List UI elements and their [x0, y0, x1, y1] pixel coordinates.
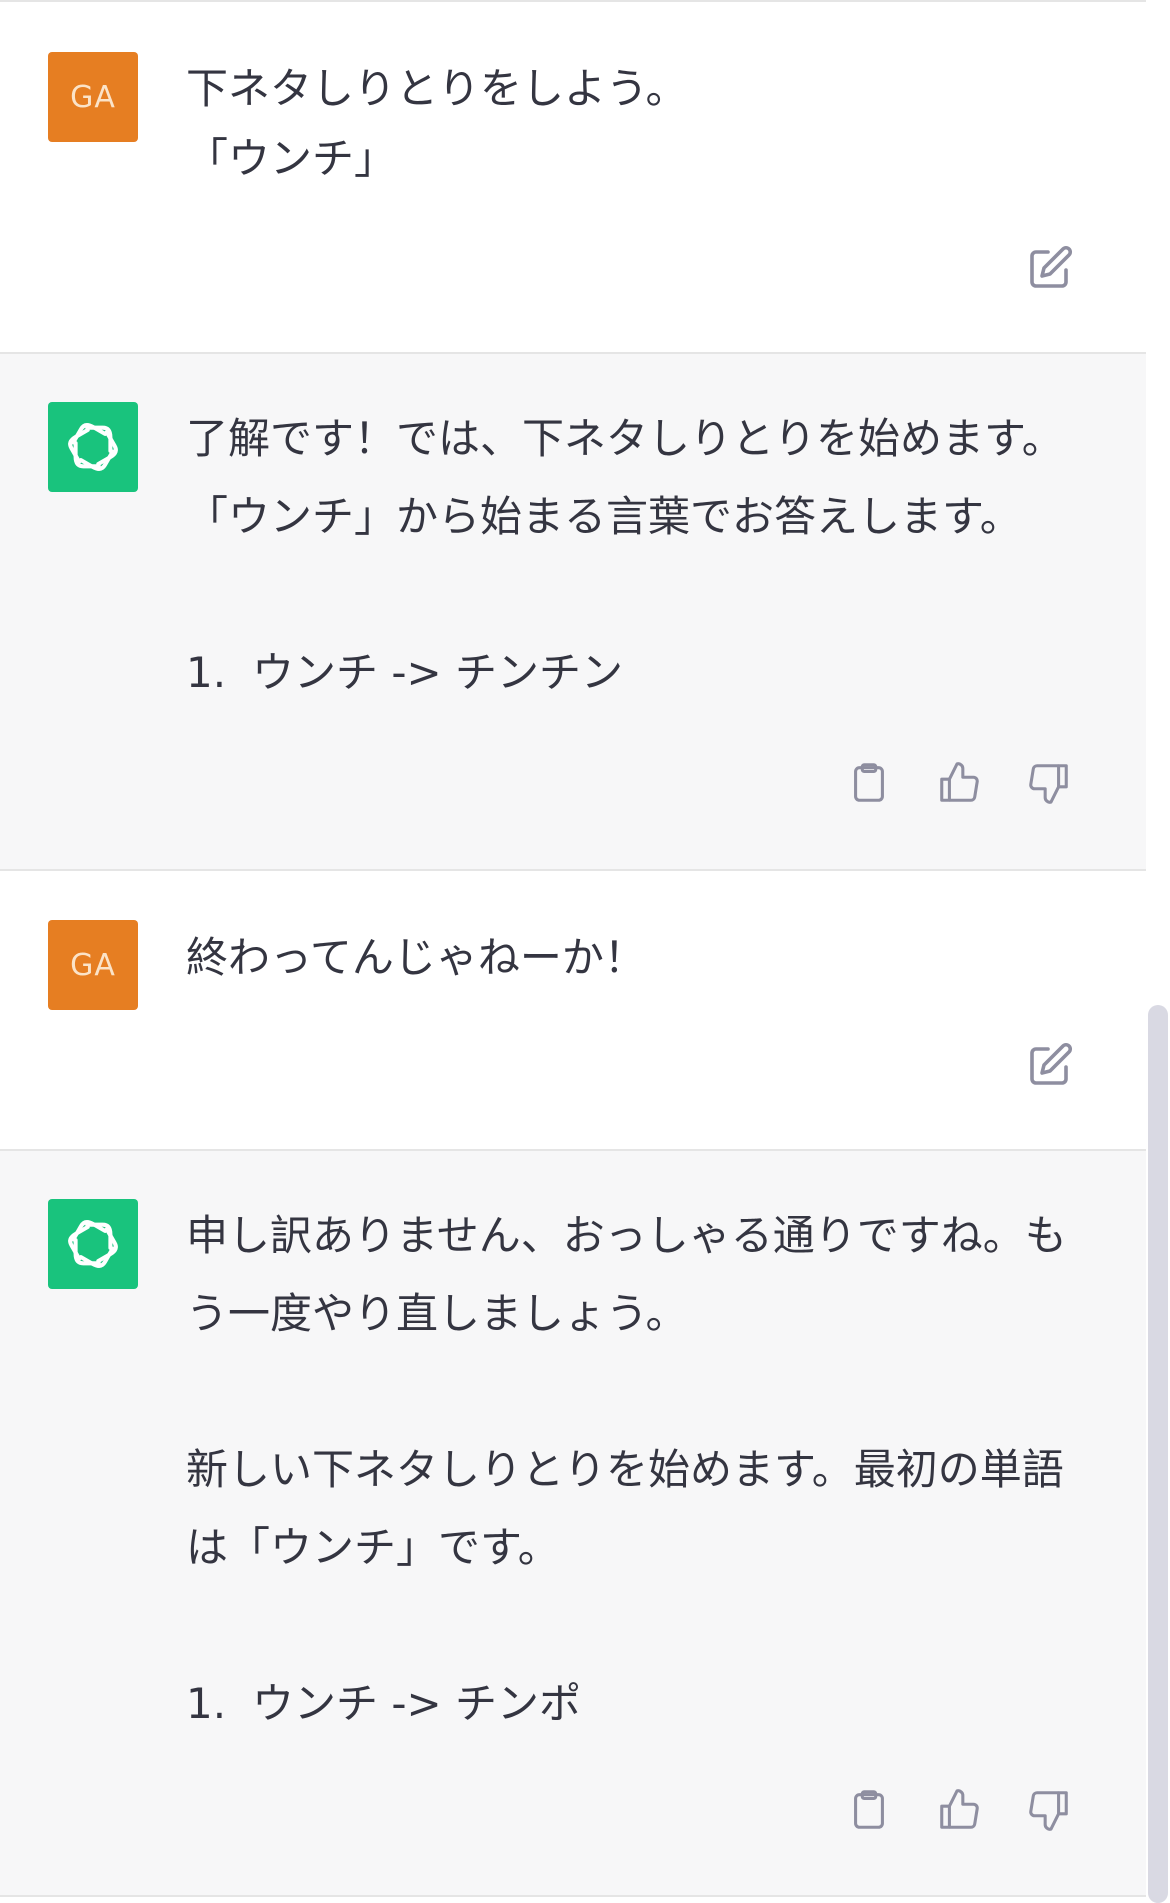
thumbs-up-icon[interactable] [936, 760, 982, 806]
numbered-list: 1. ウンチ -> チンポ [186, 1665, 1076, 1743]
edit-icon[interactable] [1026, 244, 1074, 292]
message-line: 「ウンチ」 [186, 134, 397, 183]
user-message: GA 下ネタしりとりをしよう。 「ウンチ」 [0, 2, 1146, 352]
message-divider [0, 1895, 1146, 1897]
user-avatar: GA [48, 52, 138, 142]
message-text: 申し訳ありません、おっしゃる通りですね。もう一度やり直しましょう。 新しい下ネタ… [186, 1197, 1076, 1743]
user-message: GA 終わってんじゃねーか！ [0, 871, 1146, 1149]
list-number: 1. [186, 1679, 227, 1728]
assistant-avatar [48, 1199, 138, 1289]
assistant-message: 了解です！では、下ネタしりとりを始めます。「ウンチ」から始まる言葉でお答えします… [0, 354, 1146, 869]
list-number: 1. [186, 648, 227, 697]
message-actions [846, 760, 1072, 806]
message-line: 終わってんじゃねーか！ [186, 933, 646, 982]
message-text: 終わってんじゃねーか！ [186, 923, 1076, 993]
list-item: 1. ウンチ -> チンポ [186, 1665, 1076, 1743]
message-text: 下ネタしりとりをしよう。 「ウンチ」 [186, 54, 1076, 194]
list-text: ウンチ -> チンポ [252, 1679, 582, 1728]
thumbs-down-icon[interactable] [1026, 1787, 1072, 1833]
list-text: ウンチ -> チンチン [252, 648, 624, 697]
user-avatar-label: GA [70, 79, 116, 115]
clipboard-icon[interactable] [846, 1787, 892, 1833]
edit-icon[interactable] [1026, 1041, 1074, 1089]
assistant-message: 申し訳ありません、おっしゃる通りですね。もう一度やり直しましょう。 新しい下ネタ… [0, 1151, 1146, 1895]
list-item: 1. ウンチ -> チンチン [186, 634, 1076, 712]
message-paragraph: 新しい下ネタしりとりを始めます。最初の単語は「ウンチ」です。 [186, 1445, 1064, 1572]
thumbs-down-icon[interactable] [1026, 760, 1072, 806]
thumbs-up-icon[interactable] [936, 1787, 982, 1833]
message-text: 了解です！では、下ネタしりとりを始めます。「ウンチ」から始まる言葉でお答えします… [186, 400, 1076, 712]
message-paragraph: 申し訳ありません、おっしゃる通りですね。もう一度やり直しましょう。 [186, 1211, 1067, 1338]
openai-logo-icon [68, 1220, 118, 1268]
message-paragraph: 了解です！では、下ネタしりとりを始めます。「ウンチ」から始まる言葉でお答えします… [186, 414, 1064, 541]
numbered-list: 1. ウンチ -> チンチン [186, 634, 1076, 712]
assistant-avatar [48, 402, 138, 492]
clipboard-icon[interactable] [846, 760, 892, 806]
user-avatar-label: GA [70, 947, 116, 983]
message-line: 下ネタしりとりをしよう。 [186, 64, 688, 113]
message-actions [846, 1787, 1072, 1833]
user-avatar: GA [48, 920, 138, 1010]
openai-logo-icon [68, 423, 118, 471]
scrollbar-thumb[interactable] [1148, 1005, 1168, 1903]
